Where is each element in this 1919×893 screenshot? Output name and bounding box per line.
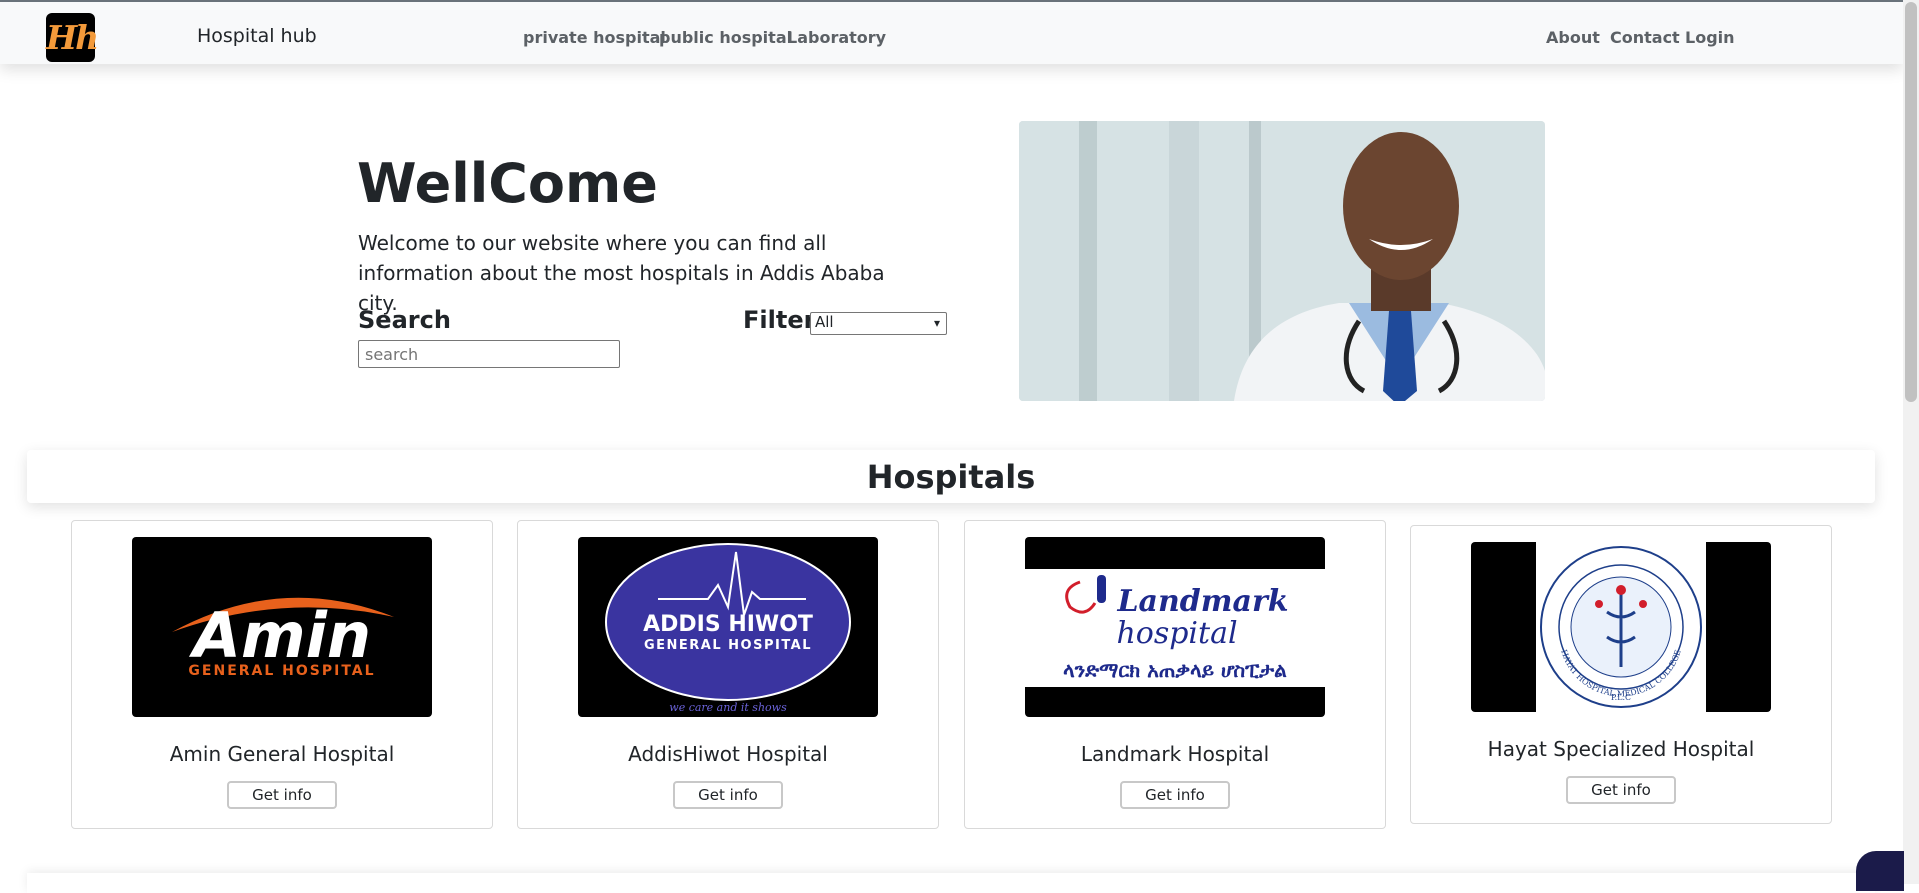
hospital-name: Amin General Hospital bbox=[169, 742, 395, 766]
doctor-image bbox=[1019, 121, 1545, 401]
get-info-button[interactable]: Get info bbox=[1566, 776, 1676, 804]
nav-laboratory[interactable]: Laboratory bbox=[787, 28, 886, 47]
addishiwot-hospital-logo: ADDIS HIWOT GENERAL HOSPITAL we care and… bbox=[578, 537, 878, 717]
nav-about[interactable]: About bbox=[1546, 28, 1600, 47]
logo-amharic-text: ላንድማርክ አጠቃላይ ሆስፒታል bbox=[1063, 658, 1287, 682]
filter-selected-value: All bbox=[815, 313, 834, 331]
hospital-name: Hayat Specialized Hospital bbox=[1487, 737, 1755, 761]
hospital-name: Landmark Hospital bbox=[1080, 742, 1270, 766]
hospital-card: ADDIS HIWOT GENERAL HOSPITAL we care and… bbox=[517, 520, 939, 829]
filter-select[interactable]: All ▾ bbox=[810, 312, 947, 335]
get-info-button[interactable]: Get info bbox=[227, 781, 337, 809]
hero-description: Welcome to our website where you can fin… bbox=[358, 231, 885, 315]
logo-main-text: ADDIS HIWOT bbox=[643, 612, 813, 637]
logo-main-text: Amin bbox=[188, 599, 371, 672]
site-logo[interactable]: Hh bbox=[46, 13, 99, 62]
get-info-button[interactable]: Get info bbox=[673, 781, 783, 809]
logo-sub-text: GENERAL HOSPITAL bbox=[188, 663, 375, 679]
nav-contact[interactable]: Contact bbox=[1610, 28, 1680, 47]
logo-sub-text: GENERAL HOSPITAL bbox=[644, 638, 812, 653]
nav-login[interactable]: Login bbox=[1685, 28, 1735, 47]
hayat-hospital-logo: HAYAT HOSPITAL MEDICAL COLLEGE P.L.C bbox=[1471, 542, 1771, 712]
logo-plc-text: P.L.C bbox=[1611, 693, 1631, 702]
logo-tagline: we care and it shows bbox=[669, 701, 787, 714]
search-input[interactable] bbox=[358, 340, 620, 368]
navbar: Hh Hospital hub private hospital public … bbox=[0, 2, 1903, 64]
next-section-card bbox=[27, 873, 1875, 893]
logo-main-text: Landmark bbox=[1116, 584, 1288, 619]
landmark-hospital-logo: Landmark hospital ላንድማርክ አጠቃላይ ሆስፒታል bbox=[1025, 537, 1325, 717]
hospital-name: AddisHiwot Hospital bbox=[628, 742, 828, 766]
scrollbar-thumb[interactable] bbox=[1905, 2, 1917, 402]
nav-public-hospital[interactable]: public hospital bbox=[659, 28, 792, 47]
nav-private-hospital[interactable]: private hospital bbox=[523, 28, 666, 47]
assistant-widget-icon[interactable] bbox=[1856, 851, 1904, 891]
amin-hospital-logo: Amin GENERAL HOSPITAL bbox=[132, 537, 432, 717]
hospital-card: Landmark hospital ላንድማርክ አጠቃላይ ሆስፒታል Lan… bbox=[964, 520, 1386, 829]
doctor-illustration bbox=[1019, 121, 1545, 401]
hospitals-section-header: Hospitals bbox=[27, 450, 1875, 503]
chevron-down-icon: ▾ bbox=[933, 316, 940, 330]
section-title: Hospitals bbox=[866, 458, 1036, 496]
hero-title: WellCome bbox=[357, 152, 658, 215]
get-info-button[interactable]: Get info bbox=[1120, 781, 1230, 809]
hospital-card: HAYAT HOSPITAL MEDICAL COLLEGE P.L.C Hay… bbox=[1410, 525, 1832, 824]
hospital-card: Amin GENERAL HOSPITAL Amin General Hospi… bbox=[71, 520, 493, 829]
scrollbar[interactable] bbox=[1903, 0, 1919, 884]
logo-sub-text: hospital bbox=[1116, 616, 1237, 651]
search-label: Search bbox=[358, 306, 451, 334]
filter-label: Filter bbox=[743, 306, 816, 334]
brand-name[interactable]: Hospital hub bbox=[197, 25, 317, 47]
